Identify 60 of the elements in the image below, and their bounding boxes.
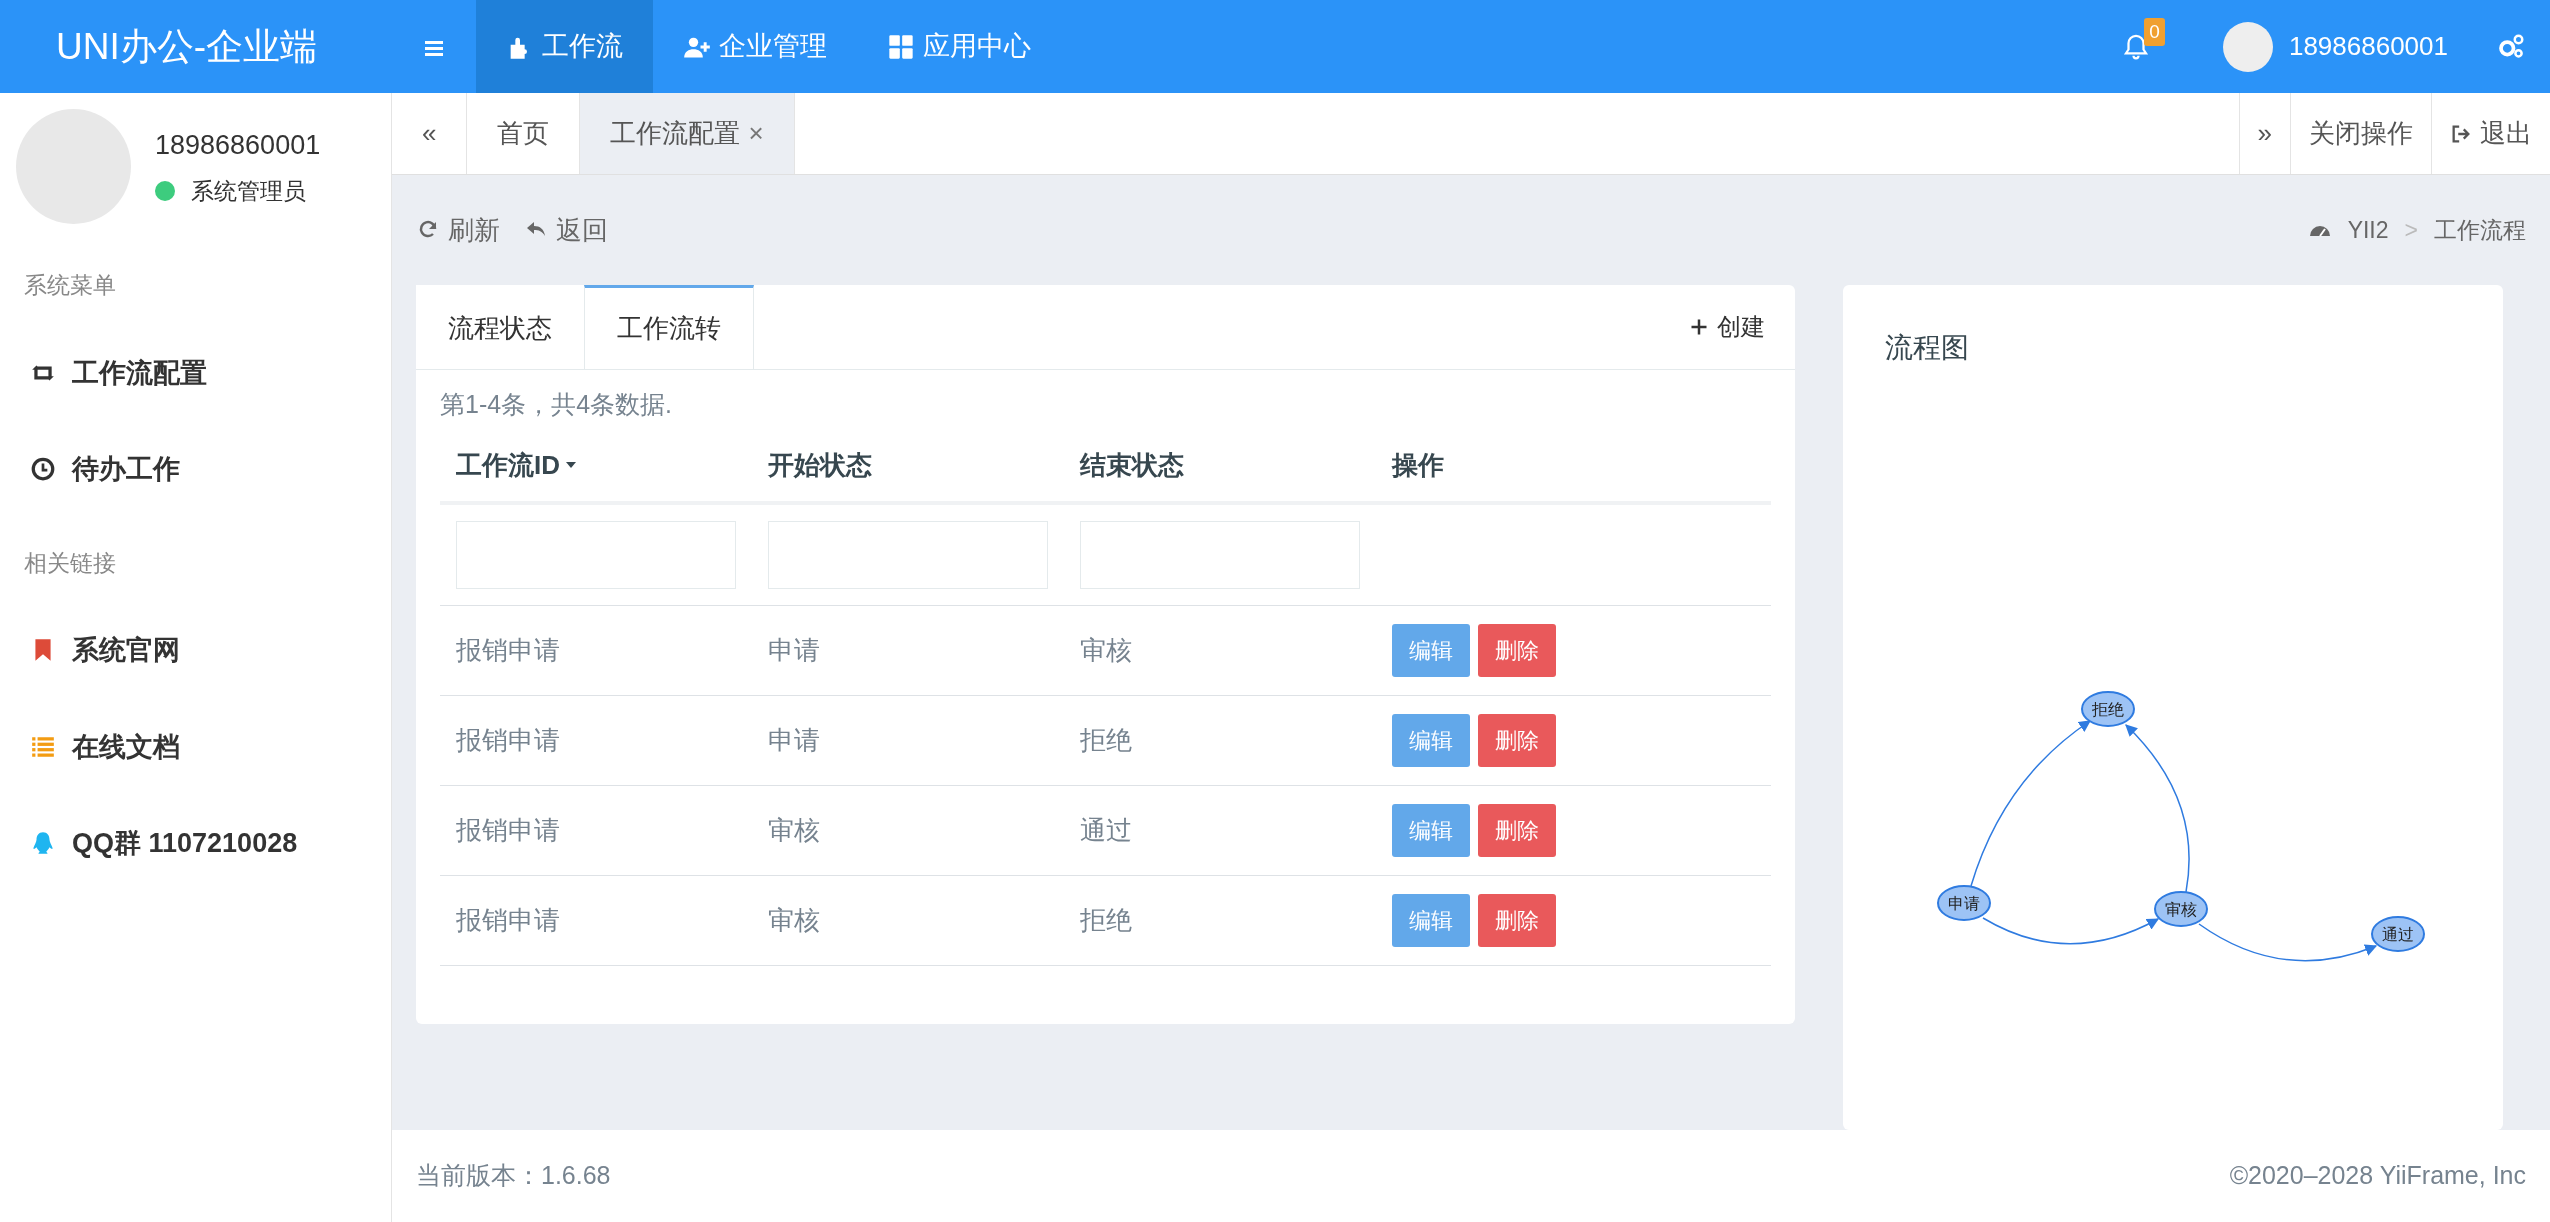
sidebar-item[interactable]: 系统官网 [0, 602, 391, 699]
delete-button[interactable]: 删除 [1478, 893, 1556, 947]
table-cell: 申请 [752, 695, 1064, 785]
app-brand: UNI办公-企业端 [55, 24, 319, 69]
table-cell: 报销申请 [440, 695, 752, 785]
back-link[interactable]: 返回 [524, 210, 608, 250]
table-cell: 审核 [752, 875, 1064, 965]
table-cell: 拒绝 [1064, 875, 1376, 965]
user-role: 系统管理员 [191, 176, 306, 206]
sidebar-item[interactable]: 待办工作 [0, 421, 391, 518]
plus-icon [1689, 317, 1709, 337]
filter-field[interactable] [768, 520, 1048, 589]
delete-button[interactable]: 删除 [1478, 623, 1556, 677]
column-header: 结束状态 [1080, 448, 1184, 482]
table-cell: 审核 [752, 785, 1064, 875]
sidebar-item[interactable]: 工作流配置 [0, 324, 391, 421]
table-cell: 申请 [752, 605, 1064, 695]
user-name: 18986860001 [155, 129, 321, 162]
delete-button[interactable]: 删除 [1478, 713, 1556, 767]
version-text: 当前版本：1.6.68 [416, 1160, 611, 1192]
clock-icon [30, 456, 56, 483]
nav-tab[interactable]: 工作流 [476, 0, 653, 93]
flow-node: 拒绝 [2081, 691, 2135, 727]
breadcrumb-separator: > [2404, 215, 2418, 245]
table-cell: 报销申请 [440, 875, 752, 965]
status-dot [155, 180, 175, 201]
nav-tab[interactable]: 企业管理 [653, 0, 857, 93]
page-tab[interactable]: 工作流配置 × [580, 93, 795, 174]
breadcrumb-link[interactable]: YII2 [2347, 212, 2389, 248]
breadcrumb-current: 工作流程 [2434, 215, 2526, 245]
nav-tab[interactable]: 应用中心 [857, 0, 1061, 93]
sidebar-item[interactable]: 在线文档 [0, 698, 391, 795]
menu-section-title: 系统菜单 [23, 271, 117, 300]
filter-field[interactable] [456, 520, 736, 589]
card-tab[interactable]: 工作流转 [584, 285, 754, 369]
create-button[interactable]: 创建 [1683, 285, 1771, 369]
flow-node: 通过 [2371, 916, 2425, 952]
summary-text: 第1-4条，共4条数据. [440, 389, 673, 420]
copyright-text: ©2020–2028 YiiFrame, Inc [2229, 1160, 2526, 1192]
menu-section-title: 相关链接 [23, 548, 117, 578]
grid-icon [887, 32, 915, 61]
table-cell: 报销申请 [440, 785, 752, 875]
flow-node: 申请 [1937, 885, 1991, 921]
table-cell: 报销申请 [440, 605, 752, 695]
table-cell: 通过 [1064, 785, 1376, 875]
notification-badge: 0 [2144, 17, 2165, 46]
user-name[interactable]: 18986860001 [2288, 27, 2448, 66]
sidebar-item[interactable]: QQ群 1107210028 [0, 795, 391, 892]
table-cell: 审核 [1064, 605, 1376, 695]
column-header: 操作 [1392, 448, 1444, 482]
column-header: 开始状态 [768, 448, 872, 482]
close-icon[interactable]: × [748, 114, 764, 153]
flow-node: 审核 [2154, 891, 2208, 927]
column-header[interactable]: 工作流ID [456, 445, 578, 485]
refresh-link[interactable]: 刷新 [416, 210, 500, 250]
delete-button[interactable]: 删除 [1478, 803, 1556, 857]
penguin-icon [30, 830, 56, 857]
table-cell: 拒绝 [1064, 695, 1376, 785]
filter-field[interactable] [1080, 520, 1360, 589]
card-title: 流程图 [1884, 331, 1970, 365]
